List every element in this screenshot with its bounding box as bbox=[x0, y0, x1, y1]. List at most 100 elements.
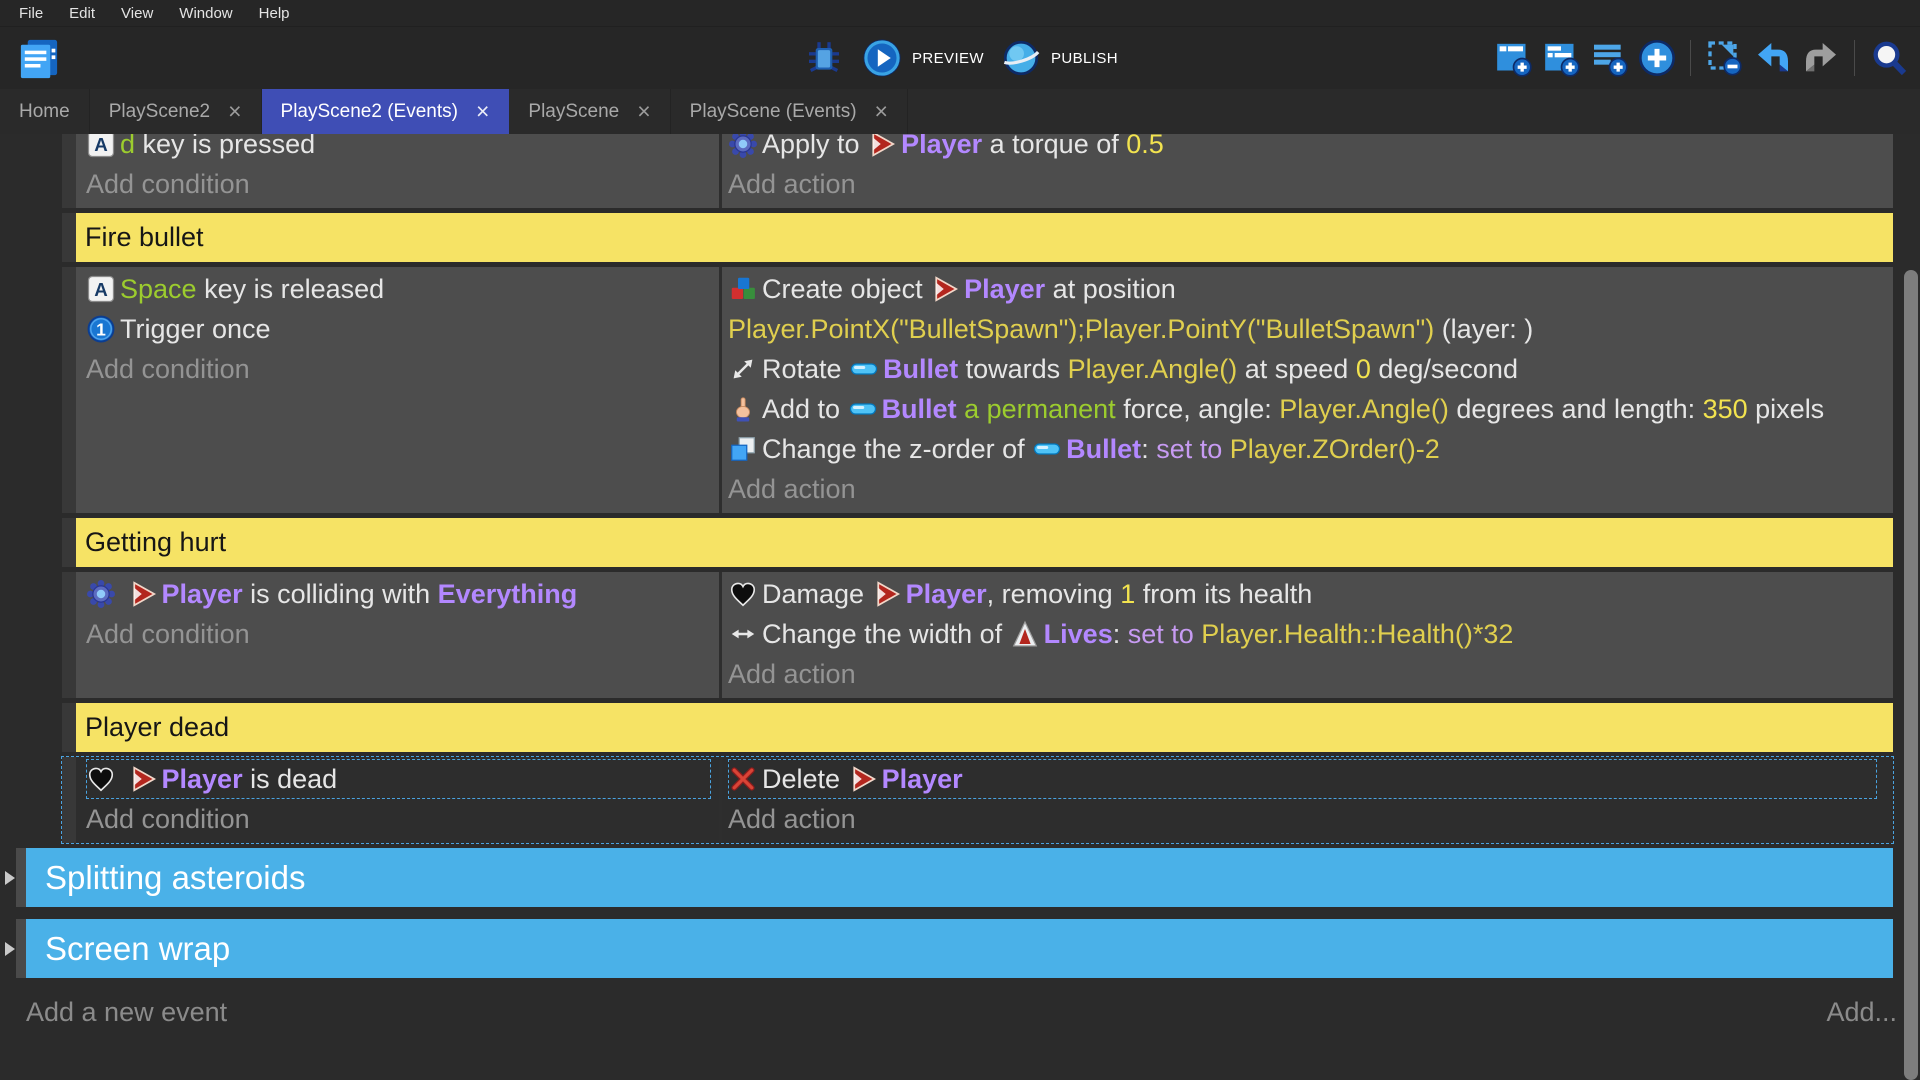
conditions-cell: Player is colliding with EverythingAdd c… bbox=[76, 572, 719, 698]
object-name: Player bbox=[162, 764, 243, 794]
redo-icon[interactable] bbox=[1799, 37, 1842, 80]
conditions-cell: Ad key is pressedAdd condition bbox=[76, 134, 719, 208]
tab-close-icon[interactable]: × bbox=[228, 100, 241, 123]
event-row[interactable]: Player is deadAdd conditionDelete Player… bbox=[62, 757, 1893, 843]
text-token: towards bbox=[958, 354, 1068, 384]
action-instruction[interactable]: Change the z-order of Bullet: set to Pla… bbox=[728, 429, 1877, 469]
create-object-icon bbox=[728, 274, 758, 304]
add-condition-button[interactable]: Add condition bbox=[86, 614, 711, 654]
add-condition-button[interactable]: Add condition bbox=[86, 164, 711, 204]
debug-icon[interactable] bbox=[802, 37, 845, 80]
action-instruction[interactable]: Delete Player bbox=[728, 759, 1877, 799]
add-comment-icon[interactable] bbox=[1587, 37, 1630, 80]
add-action-button[interactable]: Add action bbox=[728, 469, 1877, 509]
object-name: Player bbox=[882, 764, 963, 794]
text-token: Space bbox=[120, 274, 197, 304]
menu-item-edit[interactable]: Edit bbox=[56, 2, 108, 25]
add-new-event-button[interactable]: Add a new event bbox=[26, 997, 227, 1028]
text-token: Player.PointX("BulletSpawn");Player.Poin… bbox=[728, 314, 1434, 344]
action-instruction[interactable]: Apply to Player a torque of 0.5 bbox=[728, 134, 1877, 164]
condition-instruction[interactable]: Ad key is pressed bbox=[86, 134, 711, 164]
group-title: Splitting asteroids bbox=[26, 848, 1893, 907]
tab-close-icon[interactable]: × bbox=[476, 100, 489, 123]
search-icon[interactable] bbox=[1867, 37, 1910, 80]
keyboard-icon: A bbox=[86, 274, 116, 304]
collision-icon bbox=[86, 579, 116, 609]
preview-button[interactable]: PREVIEW bbox=[861, 37, 984, 79]
bullet-icon bbox=[849, 354, 879, 384]
add-condition-button[interactable]: Add condition bbox=[86, 349, 711, 389]
row-grip bbox=[62, 518, 76, 567]
text-token: , removing bbox=[987, 579, 1121, 609]
tab-home[interactable]: Home bbox=[0, 89, 90, 134]
add-action-button[interactable]: Add action bbox=[728, 164, 1877, 204]
player-icon bbox=[867, 134, 897, 159]
physics-icon bbox=[728, 134, 758, 159]
force-icon bbox=[728, 394, 758, 424]
toolbar-separator bbox=[1854, 40, 1855, 76]
event-row[interactable]: Player is colliding with EverythingAdd c… bbox=[62, 572, 1893, 698]
condition-instruction[interactable]: ASpace key is released bbox=[86, 269, 711, 309]
tab-playscene[interactable]: PlayScene × bbox=[509, 89, 670, 134]
tab-close-icon[interactable]: × bbox=[875, 100, 888, 123]
condition-instruction[interactable]: Player is colliding with Everything bbox=[86, 574, 711, 614]
text-token: 0 bbox=[1356, 354, 1371, 384]
action-instruction[interactable]: Create object Player at position Player.… bbox=[728, 269, 1877, 349]
tab-playscene2[interactable]: PlayScene2× bbox=[90, 89, 262, 134]
add-action-button[interactable]: Add action bbox=[728, 654, 1877, 694]
event-row[interactable]: ASpace key is released1Trigger onceAdd c… bbox=[62, 267, 1893, 513]
event-row[interactable]: Ad key is pressedAdd conditionApply to P… bbox=[62, 134, 1893, 208]
collapse-arrow-icon[interactable] bbox=[5, 871, 15, 885]
actions-cell: Apply to Player a torque of 0.5Add actio… bbox=[722, 134, 1893, 208]
comment-row[interactable]: Getting hurt bbox=[62, 518, 1893, 567]
action-instruction[interactable]: Rotate Bullet towards Player.Angle() at … bbox=[728, 349, 1877, 389]
events-list: Ad key is pressedAdd conditionApply to P… bbox=[0, 134, 1920, 978]
publish-button[interactable]: PUBLISH bbox=[1000, 37, 1118, 79]
comment-row[interactable]: Fire bullet bbox=[62, 213, 1893, 262]
project-manager-icon[interactable] bbox=[15, 35, 62, 82]
add-condition-button[interactable]: Add condition bbox=[86, 799, 711, 839]
text-token: set to bbox=[1128, 619, 1202, 649]
condition-instruction[interactable]: 1Trigger once bbox=[86, 309, 711, 349]
menu-item-view[interactable]: View bbox=[108, 2, 166, 25]
add-event-icon[interactable] bbox=[1491, 37, 1534, 80]
add-action-button[interactable]: Add action bbox=[728, 799, 1877, 839]
trigger-once-icon: 1 bbox=[86, 314, 116, 344]
remove-event-icon[interactable] bbox=[1703, 37, 1746, 80]
tab-playscene2-events[interactable]: PlayScene2 (Events) × bbox=[262, 89, 510, 134]
menu-item-help[interactable]: Help bbox=[246, 2, 303, 25]
player-icon bbox=[848, 764, 878, 794]
group-row[interactable]: Splitting asteroids bbox=[16, 848, 1893, 907]
toolbar-separator bbox=[1690, 40, 1691, 76]
action-instruction[interactable]: Add to Bullet a permanent force, angle: … bbox=[728, 389, 1877, 429]
text-token: set to bbox=[1156, 434, 1230, 464]
undo-icon[interactable] bbox=[1751, 37, 1794, 80]
vertical-scrollbar[interactable] bbox=[1904, 270, 1918, 1080]
text-token: is colliding with bbox=[243, 579, 438, 609]
collapse-arrow-icon[interactable] bbox=[5, 942, 15, 956]
tab-close-icon[interactable]: × bbox=[637, 100, 650, 123]
actions-cell: Delete PlayerAdd action bbox=[722, 757, 1893, 843]
add-subevent-icon[interactable] bbox=[1539, 37, 1582, 80]
tab-label: PlayScene bbox=[528, 101, 619, 123]
comment-text: Player dead bbox=[76, 703, 1893, 752]
player-icon bbox=[872, 579, 902, 609]
events-sheet: Ad key is pressedAdd conditionApply to P… bbox=[0, 134, 1920, 1080]
action-instruction[interactable]: Damage Player, removing 1 from its healt… bbox=[728, 574, 1877, 614]
text-token: at position bbox=[1045, 274, 1176, 304]
add-button[interactable]: Add... bbox=[1826, 997, 1897, 1028]
conditions-cell: Player is deadAdd condition bbox=[76, 757, 719, 843]
comment-row[interactable]: Player dead bbox=[62, 703, 1893, 752]
condition-instruction[interactable]: Player is dead bbox=[86, 759, 711, 799]
row-grip bbox=[62, 572, 76, 698]
tab-label: PlayScene2 (Events) bbox=[281, 101, 458, 123]
add-circle-icon[interactable] bbox=[1635, 37, 1678, 80]
tab-playscene-events[interactable]: PlayScene (Events)× bbox=[671, 89, 908, 134]
menu-item-window[interactable]: Window bbox=[166, 2, 245, 25]
group-row[interactable]: Screen wrap bbox=[16, 919, 1893, 978]
action-instruction[interactable]: Change the width of Lives: set to Player… bbox=[728, 614, 1877, 654]
text-token: Create object bbox=[762, 274, 930, 304]
comment-text: Fire bullet bbox=[76, 213, 1893, 262]
actions-cell: Create object Player at position Player.… bbox=[722, 267, 1893, 513]
menu-item-file[interactable]: File bbox=[6, 2, 56, 25]
